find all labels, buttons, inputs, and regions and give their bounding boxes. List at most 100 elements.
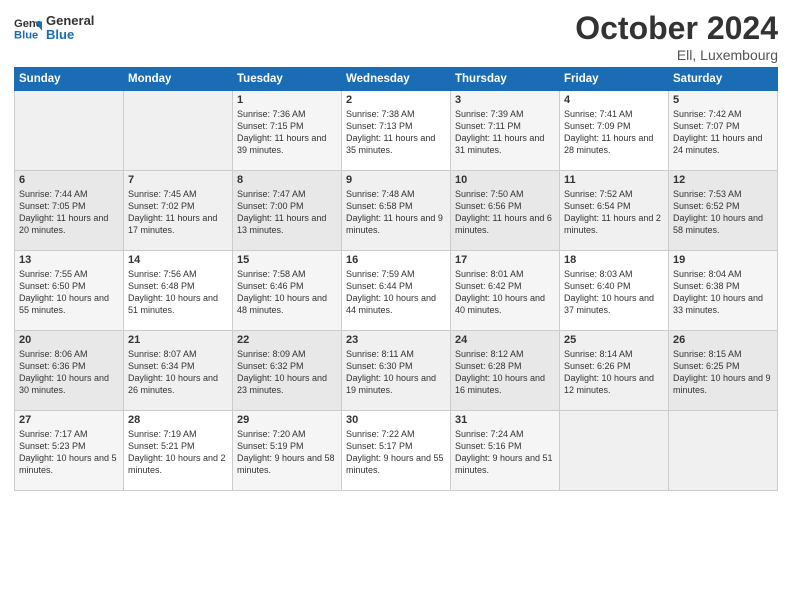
calendar-cell: 24Sunrise: 8:12 AMSunset: 6:28 PMDayligh… xyxy=(451,331,560,411)
day-info: Sunrise: 7:41 AMSunset: 7:09 PMDaylight:… xyxy=(564,108,664,157)
calendar-container: General Blue General Blue October 2024 E… xyxy=(0,0,792,501)
day-number: 29 xyxy=(237,414,337,426)
calendar-cell: 7 Sunrise: 7:45 AMSunset: 7:02 PMDaylight… xyxy=(124,171,233,251)
day-number: 2 xyxy=(346,94,446,106)
day-number: 12 xyxy=(673,174,773,186)
calendar-cell: 5 Sunrise: 7:42 AMSunset: 7:07 PMDaylight… xyxy=(669,91,778,171)
day-info: Sunrise: 7:58 AMSunset: 6:46 PMDaylight:… xyxy=(237,268,337,317)
day-number: 3 xyxy=(455,94,555,106)
day-number: 28 xyxy=(128,414,228,426)
svg-text:Blue: Blue xyxy=(14,30,38,42)
calendar-cell: 8Sunrise: 7:47 AMSunset: 7:00 PMDaylight… xyxy=(233,171,342,251)
header-row: Sunday Monday Tuesday Wednesday Thursday… xyxy=(15,68,778,91)
calendar-cell: 4 Sunrise: 7:41 AMSunset: 7:09 PMDaylight… xyxy=(560,91,669,171)
day-info: Sunrise: 7:22 AMSunset: 5:17 PMDaylight:… xyxy=(346,428,446,477)
calendar-cell: 13 Sunrise: 7:55 AMSunset: 6:50 PMDayligh… xyxy=(15,251,124,331)
col-sunday: Sunday xyxy=(15,68,124,91)
day-number: 4 xyxy=(564,94,664,106)
day-info: Sunrise: 7:53 AMSunset: 6:52 PMDaylight:… xyxy=(673,188,773,237)
day-info: Sunrise: 7:38 AMSunset: 7:13 PMDaylight:… xyxy=(346,108,446,157)
calendar-week-3: 13 Sunrise: 7:55 AMSunset: 6:50 PMDayligh… xyxy=(15,251,778,331)
day-info: Sunrise: 7:17 AMSunset: 5:23 PMDaylight:… xyxy=(19,428,119,477)
header: General Blue General Blue October 2024 E… xyxy=(14,10,778,63)
logo-blue: Blue xyxy=(46,28,94,42)
col-friday: Friday xyxy=(560,68,669,91)
day-info: Sunrise: 7:20 AMSunset: 5:19 PMDaylight:… xyxy=(237,428,337,477)
day-info: Sunrise: 7:45 AMSunset: 7:02 PMDaylight:… xyxy=(128,188,228,237)
day-number: 7 xyxy=(128,174,228,186)
day-info: Sunrise: 8:03 AMSunset: 6:40 PMDaylight:… xyxy=(564,268,664,317)
calendar-table: Sunday Monday Tuesday Wednesday Thursday… xyxy=(14,67,778,491)
calendar-cell: 6 Sunrise: 7:44 AMSunset: 7:05 PMDaylight… xyxy=(15,171,124,251)
col-wednesday: Wednesday xyxy=(342,68,451,91)
day-number: 26 xyxy=(673,334,773,346)
day-info: Sunrise: 7:47 AMSunset: 7:00 PMDaylight:… xyxy=(237,188,337,237)
day-number: 27 xyxy=(19,414,119,426)
day-info: Sunrise: 8:06 AMSunset: 6:36 PMDaylight:… xyxy=(19,348,119,397)
day-number: 21 xyxy=(128,334,228,346)
day-info: Sunrise: 8:15 AMSunset: 6:25 PMDaylight:… xyxy=(673,348,773,397)
calendar-cell: 30 Sunrise: 7:22 AMSunset: 5:17 PMDayligh… xyxy=(342,411,451,491)
day-number: 11 xyxy=(564,174,664,186)
calendar-cell: 22 Sunrise: 8:09 AMSunset: 6:32 PMDayligh… xyxy=(233,331,342,411)
day-info: Sunrise: 7:19 AMSunset: 5:21 PMDaylight:… xyxy=(128,428,228,477)
col-tuesday: Tuesday xyxy=(233,68,342,91)
calendar-cell: 11 Sunrise: 7:52 AMSunset: 6:54 PMDayligh… xyxy=(560,171,669,251)
calendar-cell: 1Sunrise: 7:36 AMSunset: 7:15 PMDaylight… xyxy=(233,91,342,171)
day-info: Sunrise: 8:07 AMSunset: 6:34 PMDaylight:… xyxy=(128,348,228,397)
day-info: Sunrise: 8:11 AMSunset: 6:30 PMDaylight:… xyxy=(346,348,446,397)
day-info: Sunrise: 8:14 AMSunset: 6:26 PMDaylight:… xyxy=(564,348,664,397)
calendar-cell: 3Sunrise: 7:39 AMSunset: 7:11 PMDaylight… xyxy=(451,91,560,171)
day-number: 17 xyxy=(455,254,555,266)
day-info: Sunrise: 7:42 AMSunset: 7:07 PMDaylight:… xyxy=(673,108,773,157)
logo-icon: General Blue xyxy=(14,14,42,42)
calendar-cell: 21 Sunrise: 8:07 AMSunset: 6:34 PMDayligh… xyxy=(124,331,233,411)
month-title: October 2024 xyxy=(575,10,778,47)
day-info: Sunrise: 8:12 AMSunset: 6:28 PMDaylight:… xyxy=(455,348,555,397)
day-info: Sunrise: 7:52 AMSunset: 6:54 PMDaylight:… xyxy=(564,188,664,237)
day-number: 31 xyxy=(455,414,555,426)
calendar-week-4: 20Sunrise: 8:06 AMSunset: 6:36 PMDayligh… xyxy=(15,331,778,411)
calendar-week-1: 1Sunrise: 7:36 AMSunset: 7:15 PMDaylight… xyxy=(15,91,778,171)
calendar-cell: 19Sunrise: 8:04 AMSunset: 6:38 PMDayligh… xyxy=(669,251,778,331)
col-monday: Monday xyxy=(124,68,233,91)
day-info: Sunrise: 7:36 AMSunset: 7:15 PMDaylight:… xyxy=(237,108,337,157)
day-info: Sunrise: 7:59 AMSunset: 6:44 PMDaylight:… xyxy=(346,268,446,317)
day-info: Sunrise: 7:56 AMSunset: 6:48 PMDaylight:… xyxy=(128,268,228,317)
logo-general: General xyxy=(46,14,94,28)
day-number: 22 xyxy=(237,334,337,346)
day-info: Sunrise: 7:55 AMSunset: 6:50 PMDaylight:… xyxy=(19,268,119,317)
calendar-cell: 16Sunrise: 7:59 AMSunset: 6:44 PMDayligh… xyxy=(342,251,451,331)
calendar-cell: 28 Sunrise: 7:19 AMSunset: 5:21 PMDayligh… xyxy=(124,411,233,491)
calendar-week-5: 27 Sunrise: 7:17 AMSunset: 5:23 PMDayligh… xyxy=(15,411,778,491)
day-number: 18 xyxy=(564,254,664,266)
day-number: 6 xyxy=(19,174,119,186)
calendar-cell xyxy=(124,91,233,171)
day-number: 13 xyxy=(19,254,119,266)
calendar-week-2: 6 Sunrise: 7:44 AMSunset: 7:05 PMDaylight… xyxy=(15,171,778,251)
day-info: Sunrise: 7:24 AMSunset: 5:16 PMDaylight:… xyxy=(455,428,555,477)
day-number: 30 xyxy=(346,414,446,426)
day-info: Sunrise: 8:09 AMSunset: 6:32 PMDaylight:… xyxy=(237,348,337,397)
calendar-cell: 12 Sunrise: 7:53 AMSunset: 6:52 PMDayligh… xyxy=(669,171,778,251)
calendar-cell: 27 Sunrise: 7:17 AMSunset: 5:23 PMDayligh… xyxy=(15,411,124,491)
day-number: 5 xyxy=(673,94,773,106)
calendar-cell xyxy=(669,411,778,491)
calendar-cell: 17Sunrise: 8:01 AMSunset: 6:42 PMDayligh… xyxy=(451,251,560,331)
calendar-cell: 18 Sunrise: 8:03 AMSunset: 6:40 PMDayligh… xyxy=(560,251,669,331)
calendar-cell: 20Sunrise: 8:06 AMSunset: 6:36 PMDayligh… xyxy=(15,331,124,411)
calendar-cell: 29 Sunrise: 7:20 AMSunset: 5:19 PMDayligh… xyxy=(233,411,342,491)
calendar-cell: 23Sunrise: 8:11 AMSunset: 6:30 PMDayligh… xyxy=(342,331,451,411)
calendar-cell: 14Sunrise: 7:56 AMSunset: 6:48 PMDayligh… xyxy=(124,251,233,331)
title-block: October 2024 Ell, Luxembourg xyxy=(575,10,778,63)
calendar-cell: 25Sunrise: 8:14 AMSunset: 6:26 PMDayligh… xyxy=(560,331,669,411)
day-info: Sunrise: 8:04 AMSunset: 6:38 PMDaylight:… xyxy=(673,268,773,317)
calendar-cell xyxy=(560,411,669,491)
day-number: 9 xyxy=(346,174,446,186)
col-saturday: Saturday xyxy=(669,68,778,91)
calendar-cell: 26 Sunrise: 8:15 AMSunset: 6:25 PMDayligh… xyxy=(669,331,778,411)
location: Ell, Luxembourg xyxy=(575,47,778,63)
day-info: Sunrise: 7:44 AMSunset: 7:05 PMDaylight:… xyxy=(19,188,119,237)
calendar-cell: 31 Sunrise: 7:24 AMSunset: 5:16 PMDayligh… xyxy=(451,411,560,491)
calendar-cell: 9Sunrise: 7:48 AMSunset: 6:58 PMDaylight… xyxy=(342,171,451,251)
